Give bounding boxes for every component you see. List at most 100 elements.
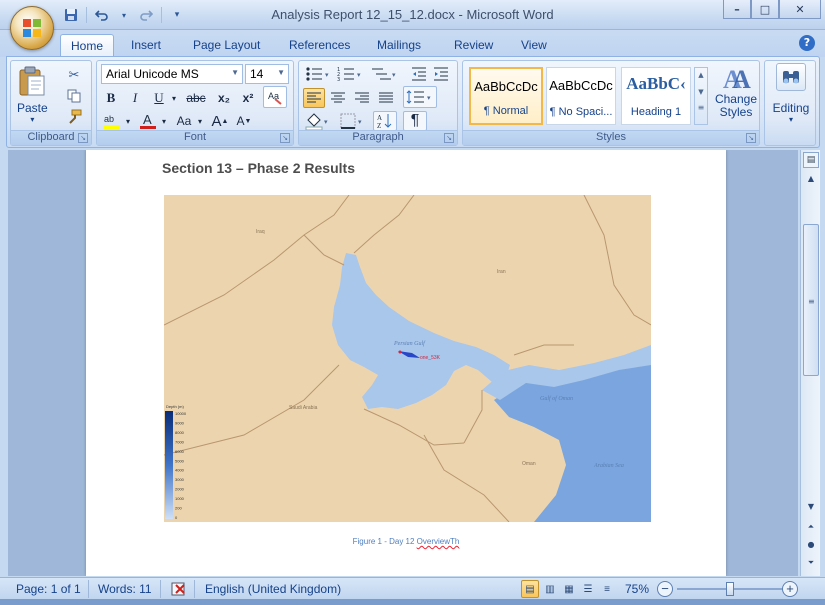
tab-mailings[interactable]: Mailings (367, 34, 431, 57)
numbering-icon[interactable]: 1 2 3 ▾ (335, 64, 365, 84)
font-group: Arial Unicode MS ▼ 14 ▼ B I U ▾ abc x₂ x… (96, 60, 294, 146)
highlight-dropdown-icon[interactable]: ▾ (123, 111, 133, 131)
minimize-button[interactable]: – (723, 0, 751, 19)
style-normal[interactable]: AaBbCcDc ¶ Normal (469, 67, 543, 125)
subscript-button[interactable]: x₂ (213, 88, 235, 108)
web-layout-view-icon[interactable]: ▦ (560, 580, 578, 598)
highlight-icon[interactable]: ab (101, 111, 123, 131)
align-center-icon[interactable] (327, 88, 349, 108)
decrease-indent-icon[interactable] (409, 64, 429, 84)
document-page[interactable]: Section 13 – Phase 2 Results Iraq Iran S… (86, 150, 726, 576)
map-label-oman: Oman (522, 461, 536, 467)
styles-gallery-scroll[interactable]: ▲ ▼ ≡ (694, 67, 708, 125)
svg-text:Aa: Aa (268, 91, 279, 101)
zoom-out-icon[interactable]: − (657, 581, 673, 597)
style-heading-1[interactable]: AaBbC‹ Heading 1 (621, 67, 691, 125)
zoom-level[interactable]: 75% (625, 581, 649, 597)
font-size-combo[interactable]: 14 ▼ (245, 64, 289, 84)
scroll-down-icon[interactable]: ▼ (803, 502, 819, 516)
tab-home[interactable]: Home (60, 34, 115, 57)
cut-icon[interactable]: ✂ (64, 65, 84, 85)
office-button[interactable] (10, 6, 54, 50)
borders-icon[interactable]: ▾ (337, 111, 367, 131)
font-color-dropdown-icon[interactable]: ▾ (159, 111, 169, 131)
multilevel-list-icon[interactable]: ▾ (369, 64, 401, 84)
change-styles-button[interactable]: A A Change Styles (713, 63, 759, 119)
styles-scroll-down-icon[interactable]: ▼ (695, 88, 707, 96)
styles-launcher-icon[interactable]: ↘ (746, 133, 756, 143)
font-name-combo[interactable]: Arial Unicode MS ▼ (101, 64, 243, 84)
underline-dropdown-icon[interactable]: ▾ (169, 88, 179, 108)
copy-icon[interactable] (64, 86, 84, 106)
style-heading-1-sample: AaBbC‹ (626, 74, 686, 93)
scroll-thumb[interactable]: ≡ (803, 224, 819, 376)
select-browse-object-icon[interactable]: ● (803, 540, 819, 554)
svg-text:▾: ▾ (357, 71, 361, 79)
full-screen-reading-view-icon[interactable]: ▥ (541, 580, 559, 598)
paste-button[interactable]: Paste ▾ (17, 65, 48, 124)
clipboard-launcher-icon[interactable]: ↘ (78, 133, 88, 143)
show-paragraph-marks-icon[interactable]: ¶ (403, 111, 427, 131)
line-spacing-icon[interactable]: ▾ (403, 86, 437, 108)
justify-icon[interactable] (375, 88, 397, 108)
tab-references[interactable]: References (279, 34, 360, 57)
shrink-font-label: A (236, 114, 245, 128)
change-case-button[interactable]: Aa (173, 111, 195, 131)
styles-scroll-up-icon[interactable]: ▲ (695, 71, 707, 79)
ribbon-tabs: Home Insert Page Layout References Maili… (0, 30, 825, 57)
previous-page-icon[interactable]: ⏶ (803, 522, 819, 536)
binoculars-icon (776, 63, 806, 91)
tab-review[interactable]: Review (444, 34, 503, 57)
style-no-spacing[interactable]: AaBbCcDc ¶ No Spaci... (546, 67, 616, 125)
bullets-icon[interactable]: ▾ (303, 64, 333, 84)
clear-formatting-icon[interactable]: Aa (263, 86, 287, 108)
shrink-font-button[interactable]: A ▼ (233, 111, 255, 131)
page-count[interactable]: Page: 1 of 1 (16, 581, 81, 597)
shading-icon[interactable]: ▾ (303, 111, 333, 131)
tab-page-layout[interactable]: Page Layout (183, 34, 270, 57)
superscript-button[interactable]: x² (237, 88, 259, 108)
map-legend-value: 9000 (175, 420, 185, 425)
styles-group: AaBbCcDc ¶ Normal AaBbCcDc ¶ No Spaci...… (462, 60, 760, 146)
view-ruler-icon[interactable]: ▤ (803, 152, 819, 168)
format-painter-icon[interactable] (64, 107, 84, 127)
next-page-icon[interactable]: ⏷ (803, 558, 819, 572)
map-label-persian-gulf: Persian Gulf (393, 340, 426, 347)
font-launcher-icon[interactable]: ↘ (280, 133, 290, 143)
figure-caption-word: OverviewTh (416, 537, 460, 546)
increase-indent-icon[interactable] (431, 64, 451, 84)
strikethrough-button[interactable]: abc (183, 88, 209, 108)
separator (194, 580, 195, 598)
maximize-button[interactable]: □ (751, 0, 779, 19)
print-layout-view-icon[interactable]: ▤ (521, 580, 539, 598)
map-legend-value: 7000 (175, 439, 185, 444)
align-right-icon[interactable] (351, 88, 373, 108)
change-case-dropdown-icon[interactable]: ▾ (195, 111, 205, 131)
tab-insert[interactable]: Insert (121, 34, 171, 57)
help-icon[interactable]: ? (799, 35, 815, 51)
editing-label: Editing (772, 101, 810, 115)
editing-button[interactable]: Editing ▾ (767, 63, 815, 124)
word-count[interactable]: Words: 11 (98, 581, 152, 597)
tab-view[interactable]: View (511, 34, 557, 57)
scroll-up-icon[interactable]: ▲ (803, 174, 819, 188)
vertical-scrollbar[interactable]: ▤ ▲ ≡ ▼ ⏶ ● ⏷ (800, 150, 820, 576)
draft-view-icon[interactable]: ≡ (598, 580, 616, 598)
bold-button[interactable]: B (101, 88, 121, 108)
italic-button[interactable]: I (125, 88, 145, 108)
zoom-slider-thumb[interactable] (726, 582, 734, 596)
paragraph-launcher-icon[interactable]: ↘ (444, 133, 454, 143)
font-color-icon[interactable]: A (137, 111, 159, 131)
zoom-in-icon[interactable]: + (782, 581, 798, 597)
close-button[interactable]: ✕ (779, 0, 821, 19)
proofing-icon[interactable] (170, 581, 190, 597)
svg-text:3: 3 (337, 77, 340, 82)
outline-view-icon[interactable]: ☰ (579, 580, 597, 598)
align-left-icon[interactable] (303, 88, 325, 108)
styles-more-icon[interactable]: ≡ (695, 103, 707, 112)
underline-button[interactable]: U (149, 88, 169, 108)
office-logo-icon (23, 19, 41, 37)
sort-icon[interactable]: AZ (373, 111, 397, 131)
language-indicator[interactable]: English (United Kingdom) (205, 581, 341, 597)
grow-font-button[interactable]: A ▲ (209, 111, 231, 131)
